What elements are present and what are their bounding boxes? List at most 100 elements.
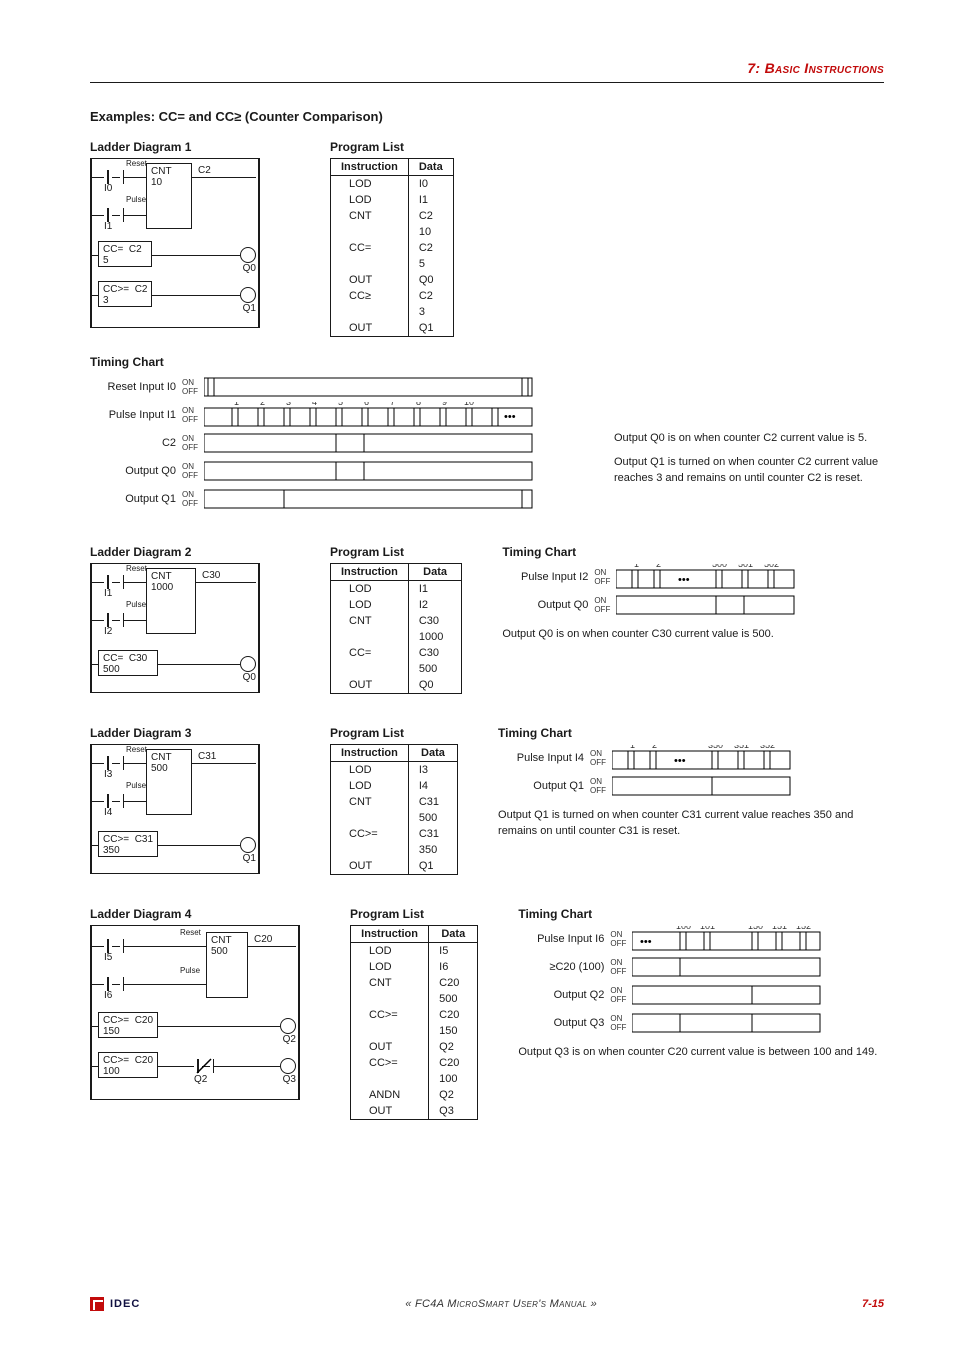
table-row: 500	[331, 810, 458, 826]
tc3-title: Timing Chart	[498, 726, 884, 740]
cc2-addr: C2	[135, 284, 148, 295]
svg-text:151: 151	[772, 926, 787, 931]
prog2-title: Program List	[330, 545, 462, 559]
page-footer: IDEC « FC4A MicroSmart User's Manual » 7…	[90, 1297, 884, 1311]
brand-logo: IDEC	[90, 1297, 140, 1311]
tc1-r0: Reset Input I0	[90, 381, 182, 393]
table-row: 3	[331, 304, 454, 320]
tc1-note-2: Output Q1 is turned on when counter C2 c…	[614, 455, 884, 487]
table-row: 150	[351, 1023, 478, 1039]
tc3-note: Output Q1 is turned on when counter C31 …	[498, 808, 884, 840]
svg-text:500: 500	[712, 564, 727, 569]
table-row: 10	[331, 224, 454, 240]
table-row: ANDNQ2	[351, 1087, 478, 1103]
divider	[90, 82, 884, 83]
col-data: Data	[408, 159, 453, 176]
col-instr: Instruction	[331, 159, 409, 176]
tc1-r3: Output Q0	[90, 465, 182, 477]
table-row: OUTQ0	[331, 272, 454, 288]
i0-label: I0	[104, 183, 112, 194]
svg-text:2: 2	[656, 564, 661, 569]
svg-text:1: 1	[234, 402, 239, 407]
table-row: CC>=C20	[351, 1007, 478, 1023]
svg-text:1: 1	[630, 745, 635, 750]
table-row: 500	[351, 991, 478, 1007]
table-row: 350	[331, 842, 458, 858]
svg-text:3: 3	[286, 402, 291, 407]
svg-text:6: 6	[364, 402, 369, 407]
cc2-val: 3	[103, 295, 147, 306]
svg-text:2: 2	[652, 745, 657, 750]
cnt-addr: C2	[198, 165, 211, 176]
table-row: CNTC31	[331, 794, 458, 810]
pulse-label: Pulse	[126, 195, 146, 204]
cnt-op: CNT	[151, 166, 187, 177]
tc4-title: Timing Chart	[518, 907, 884, 921]
svg-text:•••: •••	[674, 755, 686, 767]
svg-text:1: 1	[634, 564, 639, 569]
reset-label: Reset	[126, 159, 147, 168]
table-row: LODI6	[351, 959, 478, 975]
svg-text:7: 7	[390, 402, 395, 407]
svg-text:350: 350	[708, 745, 723, 750]
tc1-r2: C2	[90, 437, 182, 449]
table-row: LODI2	[331, 597, 462, 613]
ladder-diagram-1: Reset I0 Pulse I1 CNT 10 C2 CC= C2 5	[90, 158, 260, 328]
timing-chart-1: Reset Input I0ONOFF Pulse Input I1ONOFF …	[90, 373, 534, 513]
svg-text:4: 4	[312, 402, 317, 407]
table-row: LODI1	[331, 192, 454, 208]
logo-icon	[90, 1297, 104, 1311]
table-row: CC=C2	[331, 240, 454, 256]
chapter-title: Basic Instructions	[765, 60, 884, 76]
prog1-title: Program List	[330, 140, 454, 154]
ladder4-title: Ladder Diagram 4	[90, 907, 310, 921]
ladder1-title: Ladder Diagram 1	[90, 140, 290, 154]
ladder3-title: Ladder Diagram 3	[90, 726, 290, 740]
svg-text:152: 152	[796, 926, 811, 931]
cc1-val: 5	[103, 255, 147, 266]
svg-text:9: 9	[442, 402, 447, 407]
q0-label: Q0	[243, 263, 256, 274]
table-row: 500	[331, 661, 462, 677]
svg-text:352: 352	[760, 745, 775, 750]
tc2-note: Output Q0 is on when counter C30 current…	[502, 627, 884, 643]
ladder-diagram-3: Reset I3 Pulse I4 CNT500 C31 CC>= C31350…	[90, 744, 260, 874]
timing-chart-2: Pulse Input I2ONOFF 12500501502 ••• Outp…	[502, 563, 884, 619]
cc1-addr: C2	[129, 244, 142, 255]
timing-chart-4: Pulse Input I6ONOFF 100101150151152 ••• …	[518, 925, 884, 1037]
chapter-number: 7:	[747, 60, 760, 76]
timing-chart-3: Pulse Input I4ONOFF 12350351352 ••• Outp…	[498, 744, 884, 800]
table-row: CNTC2	[331, 208, 454, 224]
brand-name: IDEC	[110, 1298, 140, 1310]
prog4-title: Program List	[350, 907, 478, 921]
cc2-op: CC>=	[103, 284, 129, 295]
table-row: OUTQ0	[331, 677, 462, 694]
ladder-diagram-2: Reset I1 Pulse I2 CNT1000 C30 CC= C30500…	[90, 563, 260, 693]
table-row: OUTQ2	[351, 1039, 478, 1055]
table-row: OUTQ1	[331, 858, 458, 875]
svg-text:100: 100	[676, 926, 691, 931]
svg-text:101: 101	[700, 926, 715, 931]
ladder-diagram-4: Reset I5 Pulse I6 CNT500 C20 CC>= C20150…	[90, 925, 300, 1100]
tc1-r4: Output Q1	[90, 493, 182, 505]
tc1-title: Timing Chart	[90, 355, 884, 369]
tc1-note-1: Output Q0 is on when counter C2 current …	[614, 431, 884, 447]
svg-text:•••: •••	[640, 936, 652, 948]
tc2-title: Timing Chart	[502, 545, 884, 559]
table-row: LODI5	[351, 943, 478, 960]
table-row: LODI4	[331, 778, 458, 794]
program-list-1: InstructionData LODI0LODI1CNTC210CC=C25O…	[330, 158, 454, 337]
program-list-3: InstructionDataLODI3LODI4CNTC31500CC>=C3…	[330, 744, 458, 875]
table-row: CC=C30	[331, 645, 462, 661]
table-row: CNTC20	[351, 975, 478, 991]
program-list-2: InstructionDataLODI1LODI2CNTC301000CC=C3…	[330, 563, 462, 694]
svg-text:150: 150	[748, 926, 763, 931]
ladder2-title: Ladder Diagram 2	[90, 545, 290, 559]
table-row: CC>=C31	[331, 826, 458, 842]
table-row: 100	[351, 1071, 478, 1087]
table-row: CC>=C20	[351, 1055, 478, 1071]
svg-text:•••: •••	[678, 574, 690, 586]
page-number: 7-15	[862, 1298, 884, 1310]
q1-label: Q1	[243, 303, 256, 314]
table-row: 1000	[331, 629, 462, 645]
